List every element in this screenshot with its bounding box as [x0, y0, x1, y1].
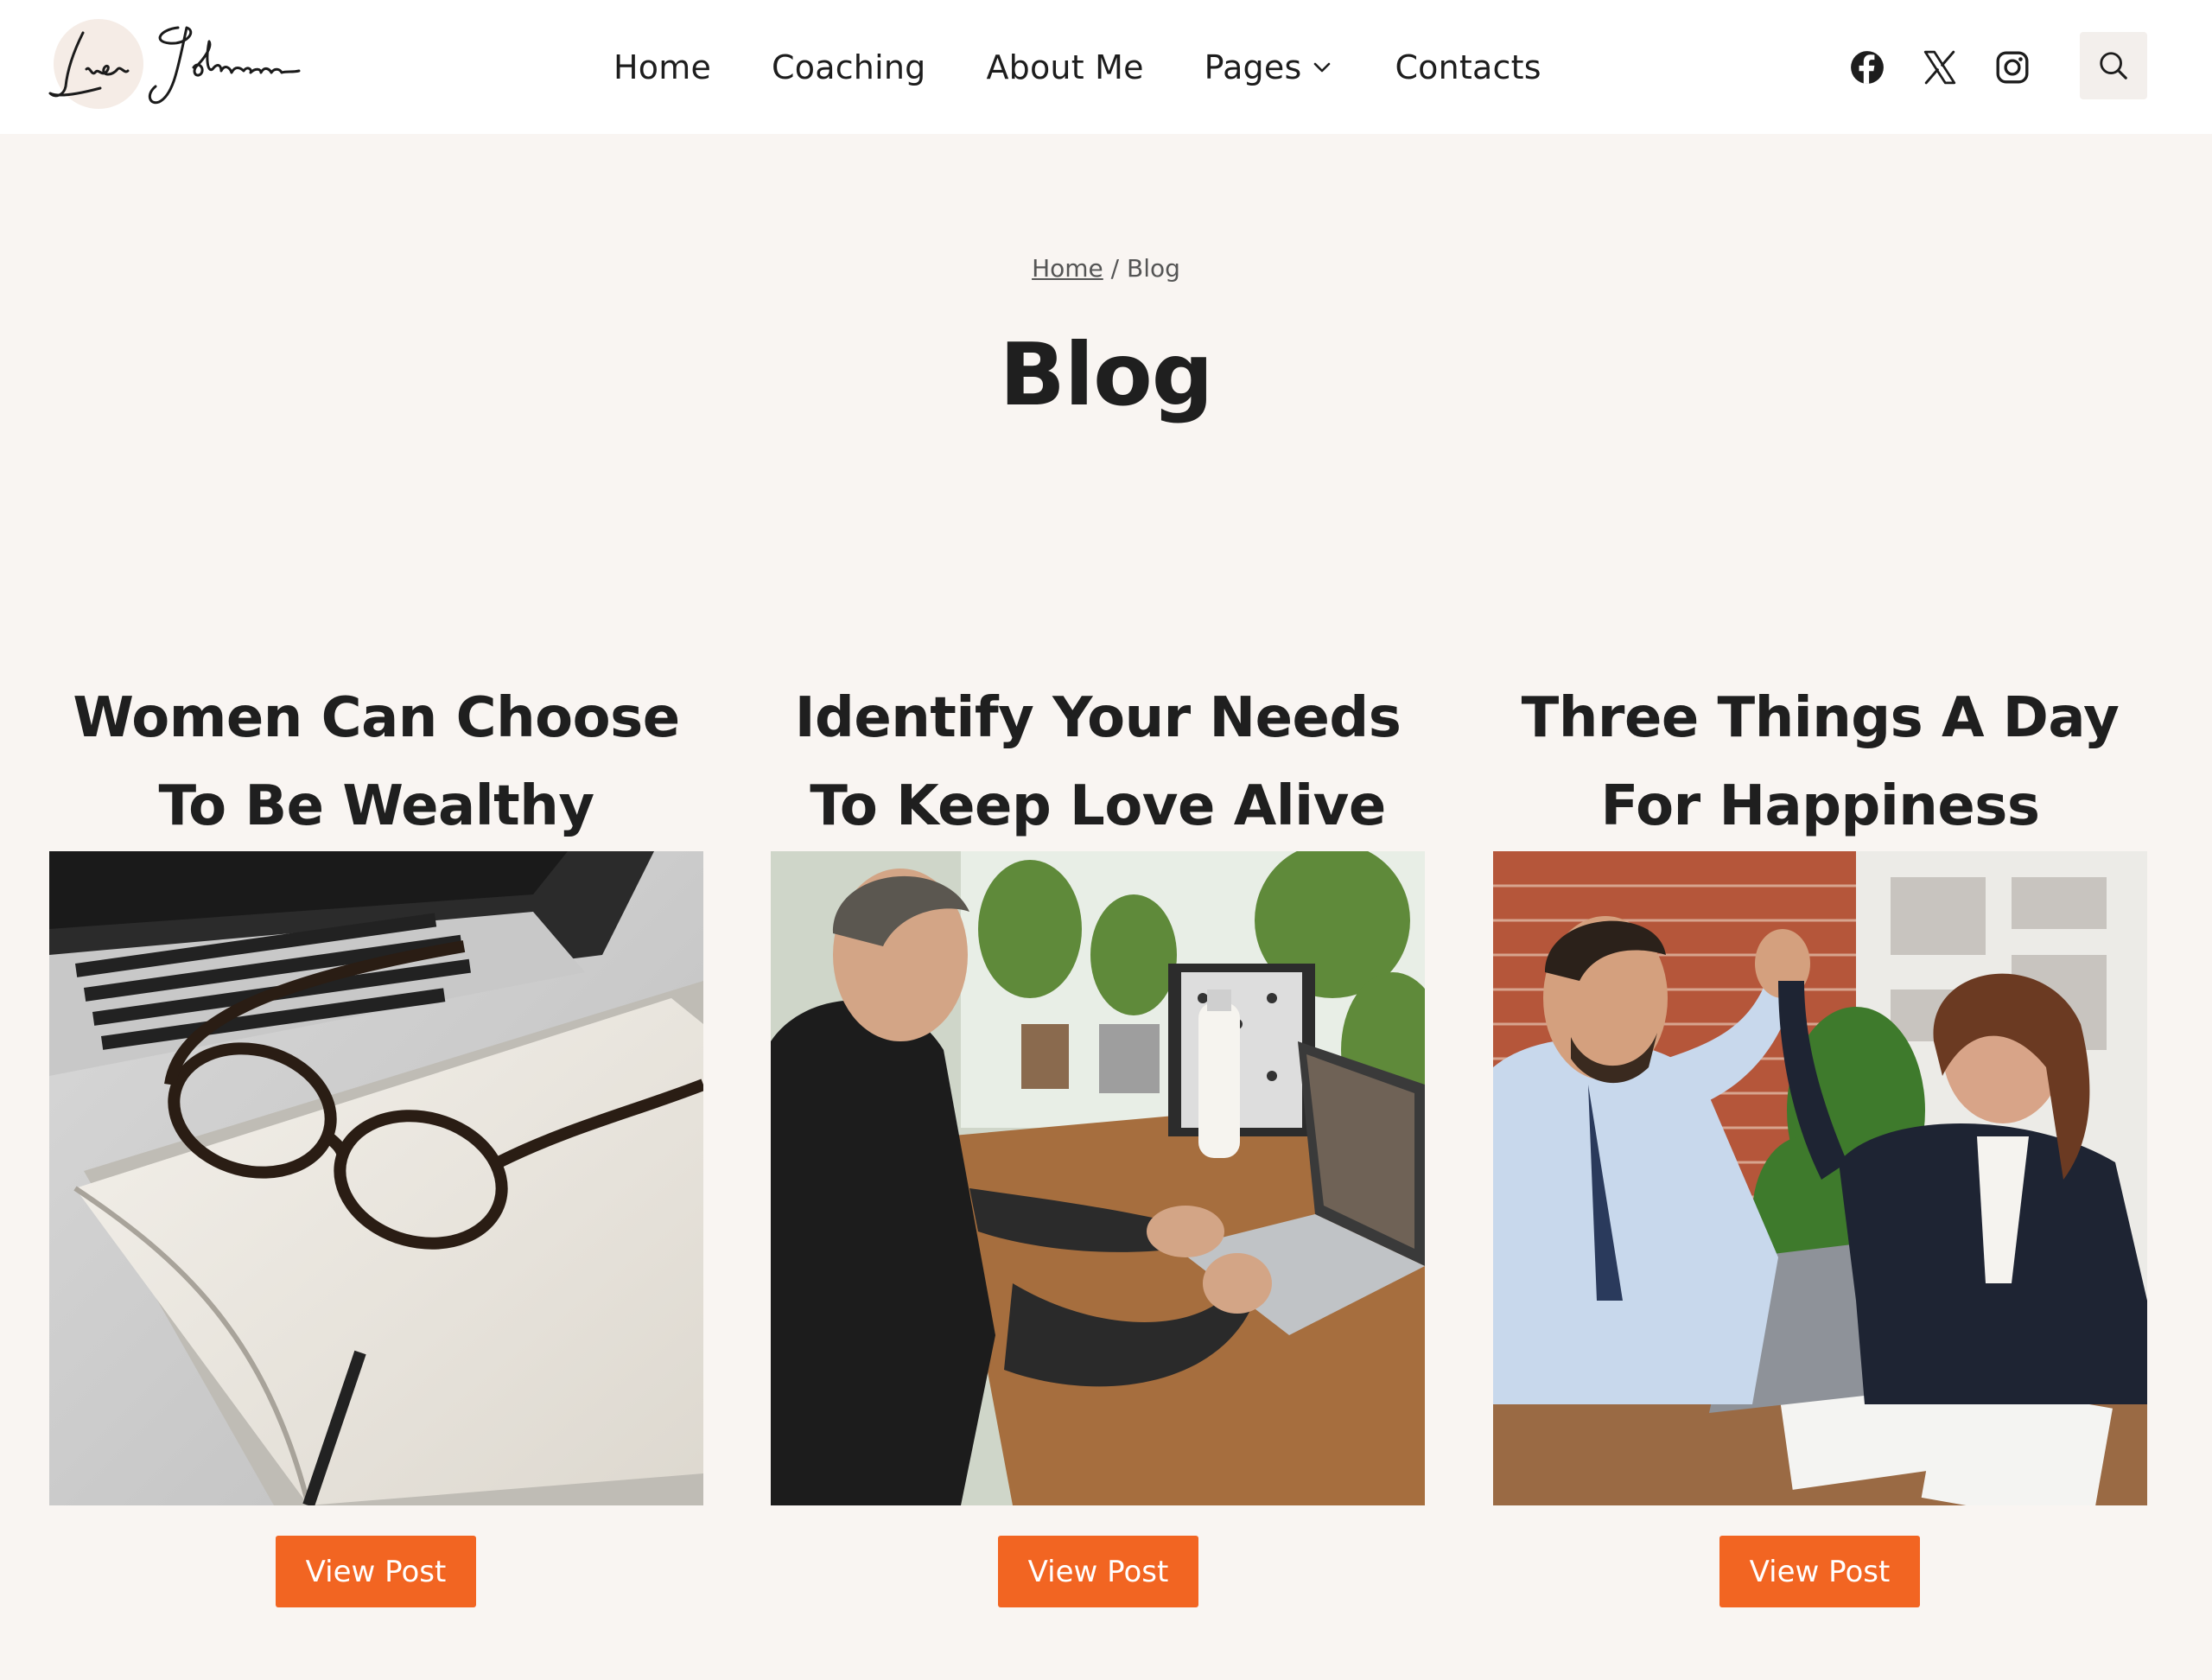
glasses-on-notebook-photo[interactable]: [49, 851, 703, 1505]
post-title[interactable]: Women Can Choose To Be Wealthy: [49, 674, 703, 851]
man-on-video-call-photo[interactable]: [771, 851, 1425, 1505]
nav-item-about-me[interactable]: About Me: [986, 48, 1143, 86]
nav-label: Pages: [1204, 48, 1302, 86]
main-nav: Home Coaching About Me Pages Contacts: [613, 0, 1541, 134]
search-button[interactable]: [2080, 32, 2147, 99]
view-post-button[interactable]: View Post: [276, 1536, 476, 1607]
post-title[interactable]: Identify Your Needs To Keep Love Alive: [771, 674, 1425, 851]
search-icon: [2100, 52, 2127, 80]
breadcrumb-home-link[interactable]: Home: [1032, 254, 1103, 283]
breadcrumb: Home / Blog: [0, 254, 2212, 283]
nav-item-contacts[interactable]: Contacts: [1395, 48, 1541, 86]
nav-item-pages[interactable]: Pages: [1205, 48, 1335, 86]
nav-label: Contacts: [1395, 48, 1541, 86]
nav-label: About Me: [986, 48, 1144, 86]
blog-post-card: Identify Your Needs To Keep Love Alive V…: [771, 674, 1425, 1607]
page-title: Blog: [999, 324, 1214, 425]
signature-logo-icon: [48, 19, 301, 109]
post-title[interactable]: Three Things A Day For Happiness: [1493, 674, 2147, 851]
site-header: Lisa Johnson Home Coaching About Me: [0, 0, 2212, 134]
chevron-down-icon: [1310, 59, 1334, 76]
blog-post-card: Three Things A Day For Happiness View Po…: [1493, 674, 2147, 1607]
site-logo[interactable]: Lisa Johnson: [48, 16, 308, 111]
breadcrumb-separator: /: [1110, 254, 1128, 283]
blog-post-card: Women Can Choose To Be Wealthy View Post: [49, 674, 703, 1607]
social-links: [1849, 0, 2067, 134]
view-post-button[interactable]: View Post: [998, 1536, 1198, 1607]
nav-item-coaching[interactable]: Coaching: [772, 48, 925, 86]
nav-label: Home: [613, 48, 712, 86]
x-twitter-icon[interactable]: [1922, 49, 1958, 86]
colleagues-high-five-photo[interactable]: [1493, 851, 2147, 1505]
view-post-button[interactable]: View Post: [1719, 1536, 1920, 1607]
nav-item-home[interactable]: Home: [613, 48, 711, 86]
instagram-icon[interactable]: [1994, 49, 2031, 86]
breadcrumb-current: Blog: [1127, 254, 1180, 283]
facebook-icon[interactable]: [1849, 49, 1885, 86]
nav-label: Coaching: [772, 48, 926, 86]
